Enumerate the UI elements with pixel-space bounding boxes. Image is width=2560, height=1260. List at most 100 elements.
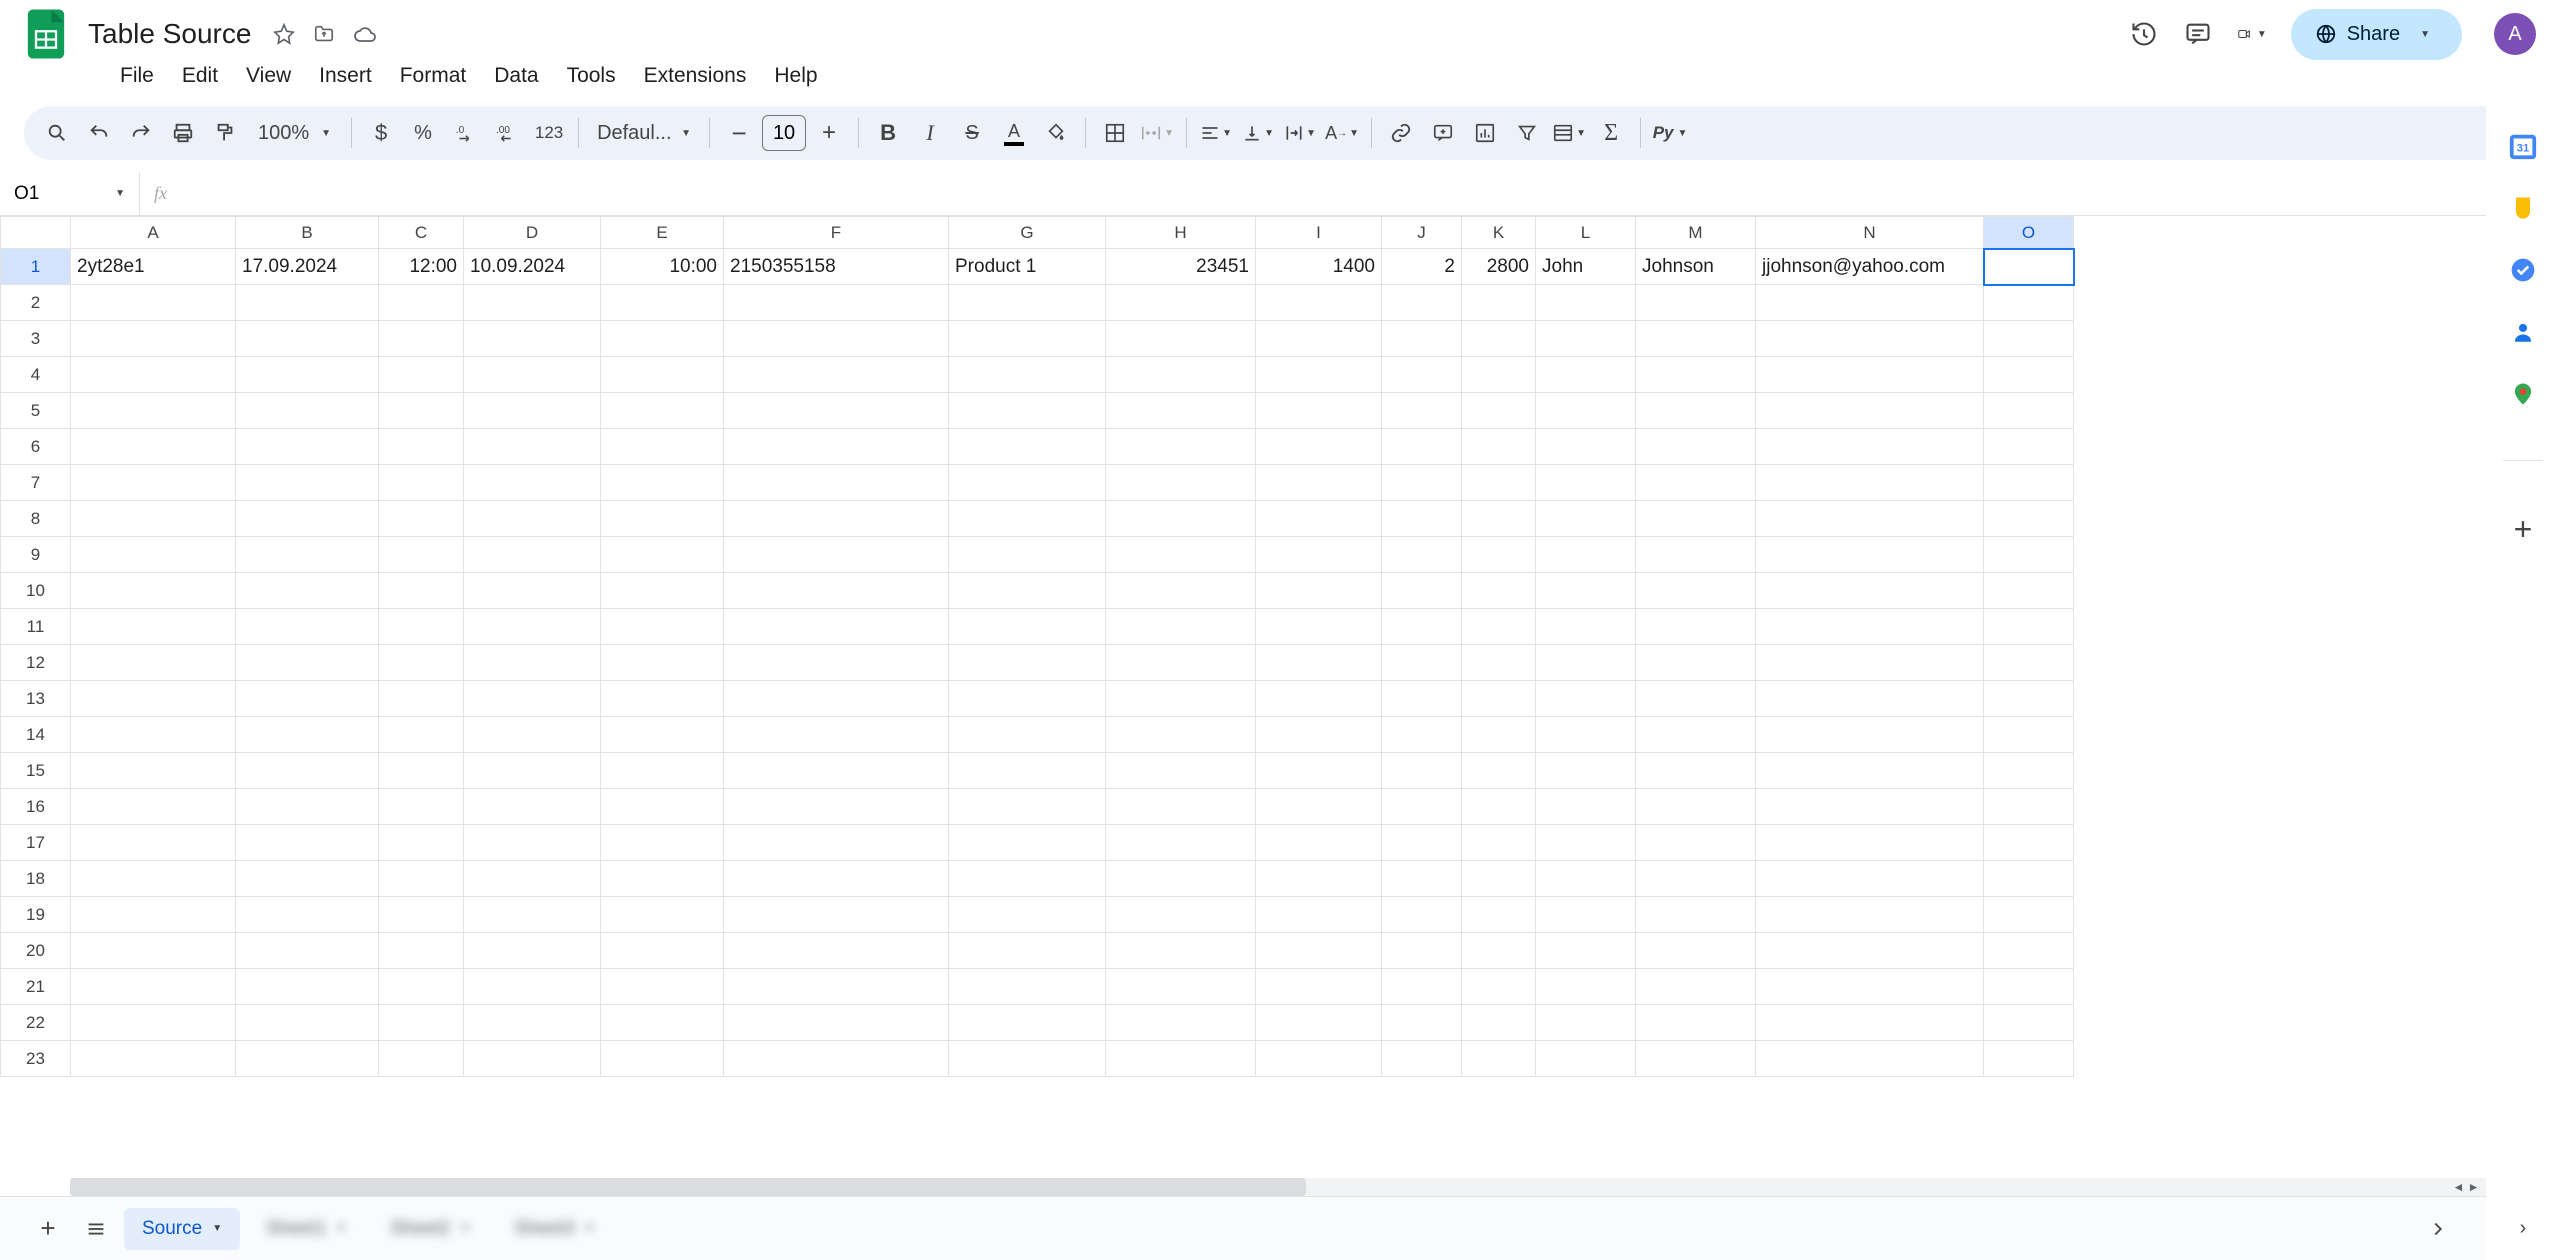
cell[interactable] [1984, 825, 2074, 861]
cell[interactable] [1256, 357, 1382, 393]
row-header[interactable]: 6 [1, 429, 71, 465]
cell[interactable] [1756, 717, 1984, 753]
cell[interactable] [236, 321, 379, 357]
cell[interactable] [1984, 285, 2074, 321]
cell[interactable] [601, 825, 724, 861]
row-header[interactable]: 11 [1, 609, 71, 645]
cell[interactable] [464, 825, 601, 861]
cell[interactable] [1756, 501, 1984, 537]
zoom-selector[interactable]: 100%▼ [248, 118, 341, 149]
cell[interactable] [1984, 969, 2074, 1005]
cell[interactable] [1984, 933, 2074, 969]
cell[interactable] [1636, 897, 1756, 933]
cell[interactable] [1984, 465, 2074, 501]
cell[interactable] [949, 429, 1106, 465]
cell[interactable] [1382, 501, 1462, 537]
cell[interactable] [464, 897, 601, 933]
cell[interactable] [1382, 321, 1462, 357]
cell[interactable] [464, 789, 601, 825]
cell[interactable] [71, 645, 236, 681]
row-header[interactable]: 20 [1, 933, 71, 969]
cell[interactable] [1756, 933, 1984, 969]
cell[interactable] [1462, 717, 1536, 753]
cell[interactable] [1106, 1005, 1256, 1041]
cell[interactable] [1382, 753, 1462, 789]
cell[interactable] [464, 285, 601, 321]
menu-view[interactable]: View [234, 60, 303, 92]
cell[interactable] [1636, 285, 1756, 321]
cell[interactable] [1462, 573, 1536, 609]
row-header[interactable]: 17 [1, 825, 71, 861]
cell[interactable] [464, 573, 601, 609]
cell[interactable] [1106, 1041, 1256, 1077]
cell[interactable] [1256, 537, 1382, 573]
cell[interactable] [1106, 753, 1256, 789]
filter-icon[interactable] [1508, 114, 1546, 152]
cell[interactable] [601, 321, 724, 357]
cell[interactable] [236, 1041, 379, 1077]
cell[interactable] [379, 753, 464, 789]
menu-format[interactable]: Format [388, 60, 479, 92]
cell[interactable] [1382, 1041, 1462, 1077]
cell[interactable] [464, 717, 601, 753]
cell[interactable] [724, 465, 949, 501]
cell[interactable]: 10.09.2024 [464, 249, 601, 285]
cell[interactable] [71, 717, 236, 753]
cell[interactable] [379, 1005, 464, 1041]
cell[interactable] [949, 897, 1106, 933]
cell[interactable] [1382, 789, 1462, 825]
cell[interactable] [601, 789, 724, 825]
cell[interactable] [949, 609, 1106, 645]
cell[interactable]: 23451 [1106, 249, 1256, 285]
cell[interactable] [71, 897, 236, 933]
horizontal-scrollbar[interactable] [70, 1178, 2446, 1196]
cell[interactable]: Product 1 [949, 249, 1106, 285]
cell[interactable] [379, 501, 464, 537]
cell[interactable] [1536, 1005, 1636, 1041]
cell[interactable] [1462, 393, 1536, 429]
name-box[interactable]: O1▼ [0, 172, 140, 215]
maps-addon-icon[interactable] [2507, 378, 2539, 410]
cell[interactable] [601, 609, 724, 645]
cell[interactable] [1536, 717, 1636, 753]
hscroll-arrows[interactable]: ◄ ► [2446, 1178, 2486, 1196]
column-header[interactable]: H [1106, 217, 1256, 249]
cell[interactable] [1536, 681, 1636, 717]
column-header[interactable]: I [1256, 217, 1382, 249]
cell[interactable] [1984, 753, 2074, 789]
cell[interactable] [601, 501, 724, 537]
cell[interactable] [1256, 969, 1382, 1005]
cell[interactable] [1256, 1041, 1382, 1077]
cell[interactable] [236, 465, 379, 501]
column-header[interactable]: O [1984, 217, 2074, 249]
merge-cells-icon[interactable]: ▼ [1138, 114, 1176, 152]
get-addons-icon[interactable]: + [2514, 511, 2533, 548]
cell[interactable] [1756, 825, 1984, 861]
cell[interactable] [1462, 969, 1536, 1005]
cell[interactable] [1106, 717, 1256, 753]
row-header[interactable]: 22 [1, 1005, 71, 1041]
cell[interactable] [236, 573, 379, 609]
cell[interactable] [1382, 969, 1462, 1005]
cell[interactable] [71, 681, 236, 717]
cell[interactable] [379, 969, 464, 1005]
cell[interactable] [464, 681, 601, 717]
column-header[interactable]: B [236, 217, 379, 249]
cell[interactable] [1984, 249, 2074, 285]
cell[interactable] [949, 1041, 1106, 1077]
cell[interactable] [236, 393, 379, 429]
row-header[interactable]: 5 [1, 393, 71, 429]
cell[interactable] [379, 357, 464, 393]
decrease-decimal-icon[interactable]: .0 [446, 114, 484, 152]
cell[interactable] [1382, 285, 1462, 321]
cell[interactable] [71, 1005, 236, 1041]
cell[interactable] [949, 645, 1106, 681]
cell[interactable] [379, 861, 464, 897]
cell[interactable] [724, 681, 949, 717]
meet-icon[interactable]: ▼ [2237, 19, 2267, 49]
cell[interactable] [1462, 285, 1536, 321]
cell[interactable] [1256, 681, 1382, 717]
document-title[interactable]: Table Source [80, 16, 259, 52]
all-sheets-icon[interactable] [76, 1209, 116, 1249]
cell[interactable] [724, 393, 949, 429]
